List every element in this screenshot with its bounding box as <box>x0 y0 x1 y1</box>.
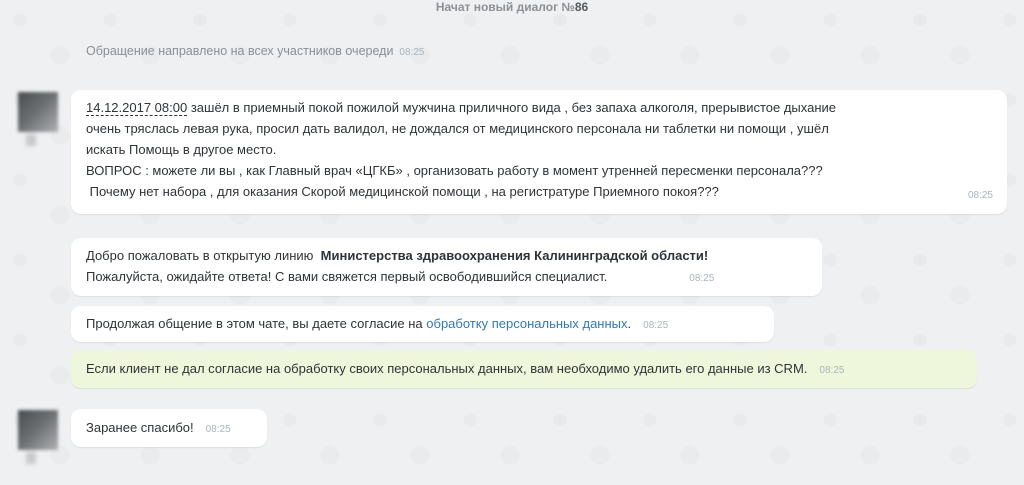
system-message: Обращение направлено на всех участников … <box>86 44 424 58</box>
organization-name: Министерства здравоохранения Калининград… <box>320 248 709 263</box>
message-text: ВОПРОС : можете ли вы , как Главный врач… <box>86 163 823 178</box>
consent-text: Продолжая общение в этом чате, вы даете … <box>86 316 427 331</box>
message-time: 08:25 <box>819 365 845 376</box>
operator-notice-message: Если клиент не дал согласие на обработку… <box>71 350 977 388</box>
message-time: 08:25 <box>205 424 231 435</box>
welcome-message: Добро пожаловать в открытую линию Минист… <box>71 238 822 296</box>
client-message: Заранее спасибо! 08:25 <box>71 409 267 447</box>
avatar[interactable] <box>18 410 58 450</box>
welcome-text: Пожалуйста, ожидайте ответа! С вами свяж… <box>86 269 608 284</box>
dialog-number: 86 <box>574 0 589 14</box>
client-message: 14.12.2017 08:00 зашёл в приемный покой … <box>71 90 1007 214</box>
message-date-link[interactable]: 14.12.2017 08:00 <box>86 100 188 116</box>
dialog-header: Начат новый диалог №86 <box>0 0 1024 14</box>
message-text: искать Помощь в другое место. <box>86 142 277 157</box>
consent-suffix: . <box>627 316 632 331</box>
system-message-time: 08:25 <box>399 47 425 58</box>
avatar[interactable] <box>18 92 58 132</box>
message-text: зашёл в приемный покой пожилой мужчина п… <box>187 100 837 115</box>
system-message-text: Обращение направлено на всех участников … <box>86 44 394 58</box>
personal-data-link[interactable]: обработку персональных данных <box>426 316 627 331</box>
message-time: 08:25 <box>643 320 669 331</box>
welcome-text: Добро пожаловать в открытую линию <box>86 248 321 263</box>
message-text: очень тряслась левая рука, просил дать в… <box>86 121 829 136</box>
notice-text: Если клиент не дал согласие на обработку… <box>86 361 808 376</box>
message-time: 08:25 <box>689 273 715 284</box>
dialog-header-label: Начат новый диалог № <box>435 0 575 14</box>
message-text: Заранее спасибо! <box>86 420 194 435</box>
message-time: 08:25 <box>967 190 993 201</box>
consent-message: Продолжая общение в этом чате, вы даете … <box>71 306 774 342</box>
message-text: Почему нет набора , для оказания Скорой … <box>86 184 719 199</box>
